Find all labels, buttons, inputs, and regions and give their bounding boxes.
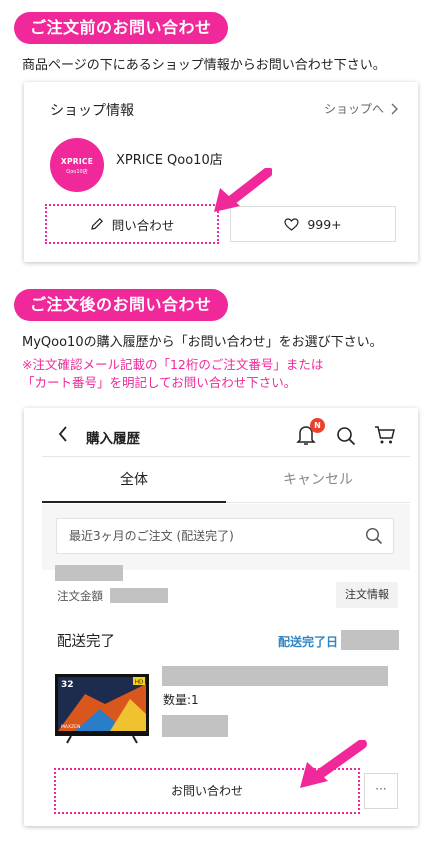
search-area: 最近3ヶ月のご注文 (配送完了): [42, 504, 410, 570]
notification-badge: N: [310, 418, 325, 433]
history-title: 購入履歴: [86, 431, 140, 447]
tab-cancel[interactable]: キャンセル: [226, 457, 410, 503]
go-to-shop-label: ショップへ: [323, 102, 384, 116]
redacted-product-name: [162, 666, 388, 686]
section-heading-after-order: ご注文後のお問い合わせ: [14, 289, 228, 321]
product-brand: MAXZEN: [61, 724, 80, 730]
quantity-text: 数量:1: [163, 693, 199, 707]
product-tag-size: 32: [61, 680, 74, 690]
section-lead-before-order: 商品ページの下にあるショップ情報からお問い合わせ下さい。: [22, 58, 386, 73]
tab-all[interactable]: 全体: [42, 457, 226, 503]
section-lead-after-order: MyQoo10の購入履歴から「お問い合わせ」をお選び下さい。: [22, 335, 383, 350]
order-amount-label: 注文金額: [57, 589, 103, 603]
redacted-delivery-date: [341, 630, 399, 650]
order-search-input[interactable]: 最近3ヶ月のご注文 (配送完了): [56, 518, 394, 554]
redacted-order-amount: [110, 588, 168, 603]
redacted-order-number: [55, 565, 123, 581]
shop-info-title: ショップ情報: [50, 103, 134, 119]
heart-icon: [284, 217, 299, 231]
shop-logo[interactable]: XPRICE Qoo10店: [50, 138, 104, 192]
order-search-placeholder: 最近3ヶ月のご注文 (配送完了): [69, 529, 234, 543]
pointer-arrow-icon: [214, 168, 272, 212]
delivery-date-label: 配送完了日: [278, 635, 339, 649]
order-info-button[interactable]: 注文情報: [336, 582, 398, 608]
pointer-arrow-icon: [300, 740, 367, 788]
go-to-shop-link[interactable]: ショップへ: [324, 100, 398, 117]
cart-icon[interactable]: [374, 425, 396, 445]
more-options-button[interactable]: ···: [364, 773, 398, 809]
pencil-icon: [90, 217, 103, 230]
back-arrow-icon[interactable]: [58, 426, 68, 442]
shop-logo-subtext: Qoo10店: [66, 169, 88, 175]
section-heading-before-order: ご注文前のお問い合わせ: [14, 12, 228, 44]
like-count: 999+: [307, 216, 342, 232]
shop-logo-text: XPRICE: [60, 157, 94, 166]
order-number-note-line2: 「カート番号」を明記してお問い合わせ下さい。: [22, 375, 297, 390]
search-icon[interactable]: [365, 527, 383, 545]
order-number-note-line1: ※注文確認メール記載の「12桁のご注文番号」または: [22, 357, 324, 372]
redacted-price: [162, 715, 228, 737]
inquiry-button-label: 問い合わせ: [111, 217, 175, 233]
inquiry-button[interactable]: 問い合わせ: [45, 204, 219, 244]
chevron-right-icon: [391, 103, 398, 114]
search-icon[interactable]: [336, 426, 356, 446]
shop-name[interactable]: XPRICE Qoo10店: [116, 149, 223, 168]
delivery-status: 配送完了: [57, 634, 115, 650]
product-image[interactable]: HD 32 MAXZEN: [55, 674, 149, 744]
product-tag-hd: HD: [135, 680, 143, 686]
history-header: 購入履歴 N: [24, 408, 418, 456]
